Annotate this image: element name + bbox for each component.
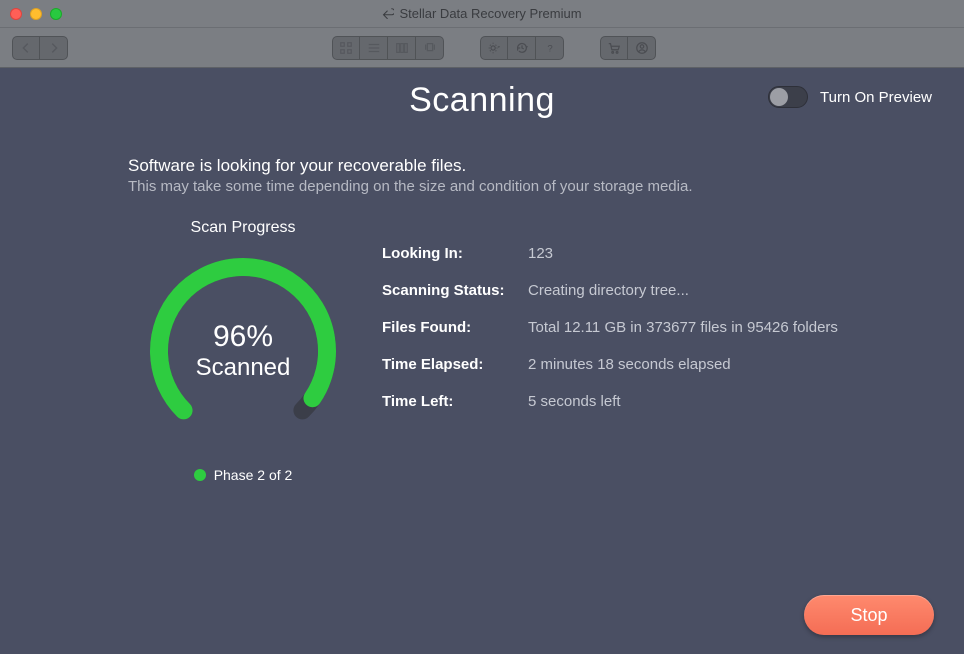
window-outline bbox=[3, 3, 961, 651]
